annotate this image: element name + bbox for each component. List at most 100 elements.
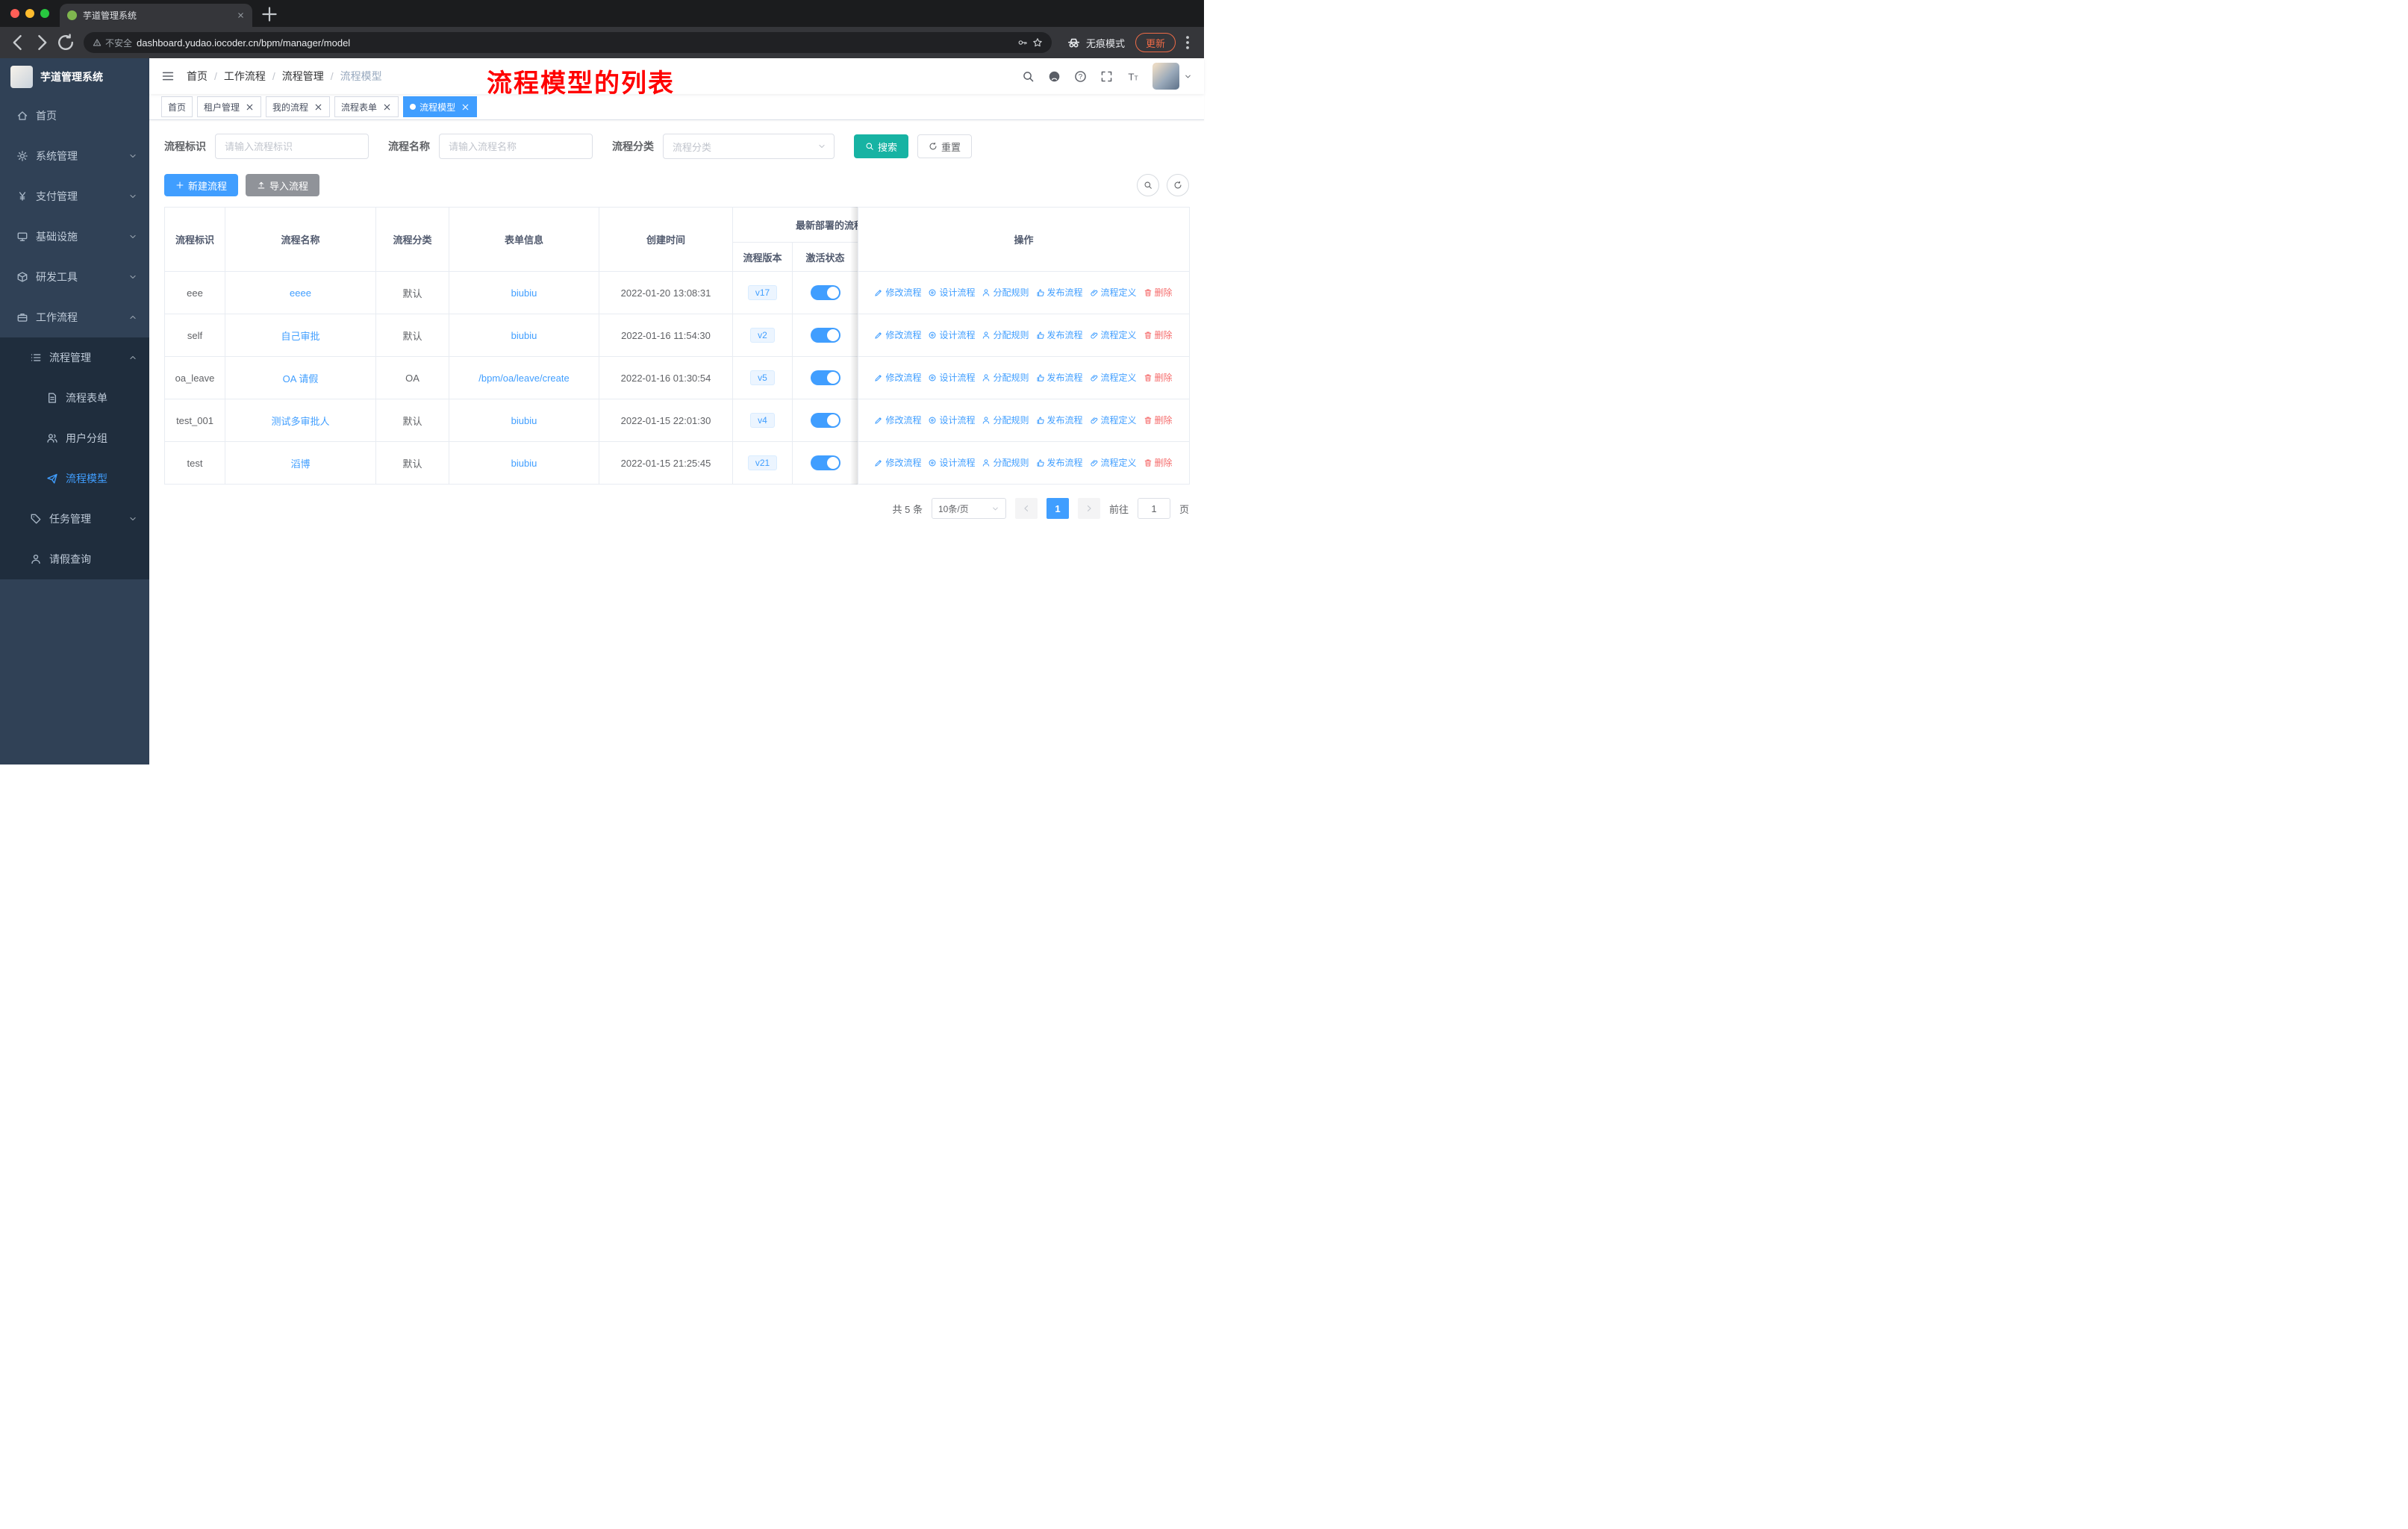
version-badge[interactable]: v4 [750, 413, 775, 428]
edit-process-action[interactable]: 修改流程 [874, 414, 921, 426]
version-badge[interactable]: v5 [750, 370, 775, 385]
bookmark-star-icon[interactable] [1032, 37, 1043, 48]
status-toggle[interactable] [810, 285, 840, 300]
process-name-link[interactable]: 测试多审批人 [271, 416, 329, 427]
process-name-link[interactable]: 自己审批 [281, 331, 319, 342]
forward-button[interactable] [31, 32, 52, 53]
edit-process-action[interactable]: 修改流程 [874, 456, 921, 469]
publish-process-action[interactable]: 发布流程 [1036, 456, 1083, 469]
tags-view-tab[interactable]: 我的流程 [266, 96, 331, 117]
assign-rules-action[interactable]: 分配规则 [982, 286, 1029, 299]
status-toggle[interactable] [810, 370, 840, 385]
assign-rules-action[interactable]: 分配规则 [982, 414, 1029, 426]
process-definition-action[interactable]: 流程定义 [1090, 328, 1137, 341]
window-zoom-button[interactable] [40, 9, 49, 18]
assign-rules-action[interactable]: 分配规则 [982, 328, 1029, 341]
process-name-link[interactable]: OA 请假 [283, 373, 319, 384]
version-badge[interactable]: v2 [750, 328, 775, 343]
publish-process-action[interactable]: 发布流程 [1036, 286, 1083, 299]
edit-process-action[interactable]: 修改流程 [874, 328, 921, 341]
sidebar-item[interactable]: 系统管理 [0, 136, 149, 176]
tags-view-tab[interactable]: 租户管理 [197, 96, 262, 117]
publish-process-action[interactable]: 发布流程 [1036, 328, 1083, 341]
window-close-button[interactable] [10, 9, 19, 18]
process-key-input[interactable] [215, 134, 369, 159]
publish-process-action[interactable]: 发布流程 [1036, 371, 1083, 384]
breadcrumb-item[interactable]: 工作流程 [224, 69, 266, 84]
toggle-search-button[interactable] [1137, 174, 1159, 196]
fullscreen-icon[interactable] [1100, 70, 1113, 83]
import-process-button[interactable]: 导入流程 [246, 174, 320, 196]
sidebar-item[interactable]: 基础设施 [0, 217, 149, 257]
sidebar-item[interactable]: 流程表单 [0, 378, 149, 418]
design-process-action[interactable]: 设计流程 [928, 414, 975, 426]
new-tab-button[interactable] [260, 4, 279, 24]
process-name-input[interactable] [439, 134, 593, 159]
process-definition-action[interactable]: 流程定义 [1090, 414, 1137, 426]
status-toggle[interactable] [810, 413, 840, 428]
create-process-button[interactable]: 新建流程 [164, 174, 239, 196]
process-name-link[interactable]: eeee [290, 287, 311, 299]
process-definition-action[interactable]: 流程定义 [1090, 286, 1137, 299]
tags-view-tab[interactable]: 流程模型 [403, 96, 478, 117]
version-badge[interactable]: v21 [747, 455, 778, 470]
avatar[interactable] [1152, 63, 1179, 90]
github-icon[interactable] [1048, 70, 1061, 83]
help-icon[interactable]: ? [1074, 70, 1087, 83]
close-icon[interactable] [245, 102, 255, 112]
sidebar-item[interactable]: 流程模型 [0, 458, 149, 499]
address-bar[interactable]: 不安全 dashboard.yudao.iocoder.cn/bpm/manag… [84, 32, 1052, 53]
sidebar-logo[interactable]: 芋道管理系统 [0, 58, 149, 96]
tags-view-tab[interactable]: 流程表单 [334, 96, 399, 117]
sidebar-item[interactable]: 工作流程 [0, 297, 149, 337]
delete-action[interactable]: 删除 [1144, 328, 1173, 341]
form-info-link[interactable]: biubiu [511, 415, 537, 426]
search-icon[interactable] [1022, 70, 1035, 83]
reset-button[interactable]: 重置 [917, 134, 973, 158]
search-button[interactable]: 搜索 [854, 134, 909, 158]
prev-page-button[interactable] [1014, 498, 1038, 519]
back-button[interactable] [7, 32, 28, 53]
design-process-action[interactable]: 设计流程 [928, 371, 975, 384]
form-info-link[interactable]: biubiu [511, 287, 537, 299]
breadcrumb-item[interactable]: 流程管理 [282, 69, 324, 84]
browser-menu-icon[interactable] [1179, 34, 1197, 52]
assign-rules-action[interactable]: 分配规则 [982, 456, 1029, 469]
tags-view-tab[interactable]: 首页 [161, 96, 193, 117]
password-key-icon[interactable] [1017, 37, 1028, 48]
design-process-action[interactable]: 设计流程 [928, 328, 975, 341]
refresh-table-button[interactable] [1167, 174, 1189, 196]
sidebar-item[interactable]: 任务管理 [0, 499, 149, 539]
form-info-link[interactable]: biubiu [511, 330, 537, 341]
close-icon[interactable] [461, 102, 470, 112]
hamburger-icon[interactable] [161, 69, 175, 83]
category-select[interactable]: 流程分类 [663, 134, 835, 159]
form-info-link[interactable]: /bpm/oa/leave/create [478, 373, 569, 384]
design-process-action[interactable]: 设计流程 [928, 286, 975, 299]
status-toggle[interactable] [810, 328, 840, 343]
edit-process-action[interactable]: 修改流程 [874, 371, 921, 384]
publish-process-action[interactable]: 发布流程 [1036, 414, 1083, 426]
browser-tab[interactable]: 芋道管理系统 [60, 4, 252, 27]
update-button[interactable]: 更新 [1135, 33, 1176, 52]
next-page-button[interactable] [1077, 498, 1100, 519]
tab-close-icon[interactable] [237, 11, 245, 19]
sidebar-item[interactable]: 研发工具 [0, 257, 149, 297]
process-definition-action[interactable]: 流程定义 [1090, 371, 1137, 384]
delete-action[interactable]: 删除 [1144, 286, 1173, 299]
sidebar-item[interactable]: 首页 [0, 96, 149, 136]
sidebar-item[interactable]: 支付管理 [0, 176, 149, 217]
sidebar-item[interactable]: 请假查询 [0, 539, 149, 579]
form-info-link[interactable]: biubiu [511, 458, 537, 469]
process-definition-action[interactable]: 流程定义 [1090, 456, 1137, 469]
page-size-select[interactable]: 10条/页 [931, 498, 1006, 519]
sidebar-item[interactable]: 用户分组 [0, 418, 149, 458]
page-number-button[interactable]: 1 [1046, 498, 1069, 519]
process-name-link[interactable]: 滔博 [290, 458, 310, 470]
reload-button[interactable] [55, 32, 76, 53]
status-toggle[interactable] [810, 455, 840, 470]
close-icon[interactable] [382, 102, 392, 112]
edit-process-action[interactable]: 修改流程 [874, 286, 921, 299]
goto-page-input[interactable] [1137, 498, 1170, 519]
design-process-action[interactable]: 设计流程 [928, 456, 975, 469]
